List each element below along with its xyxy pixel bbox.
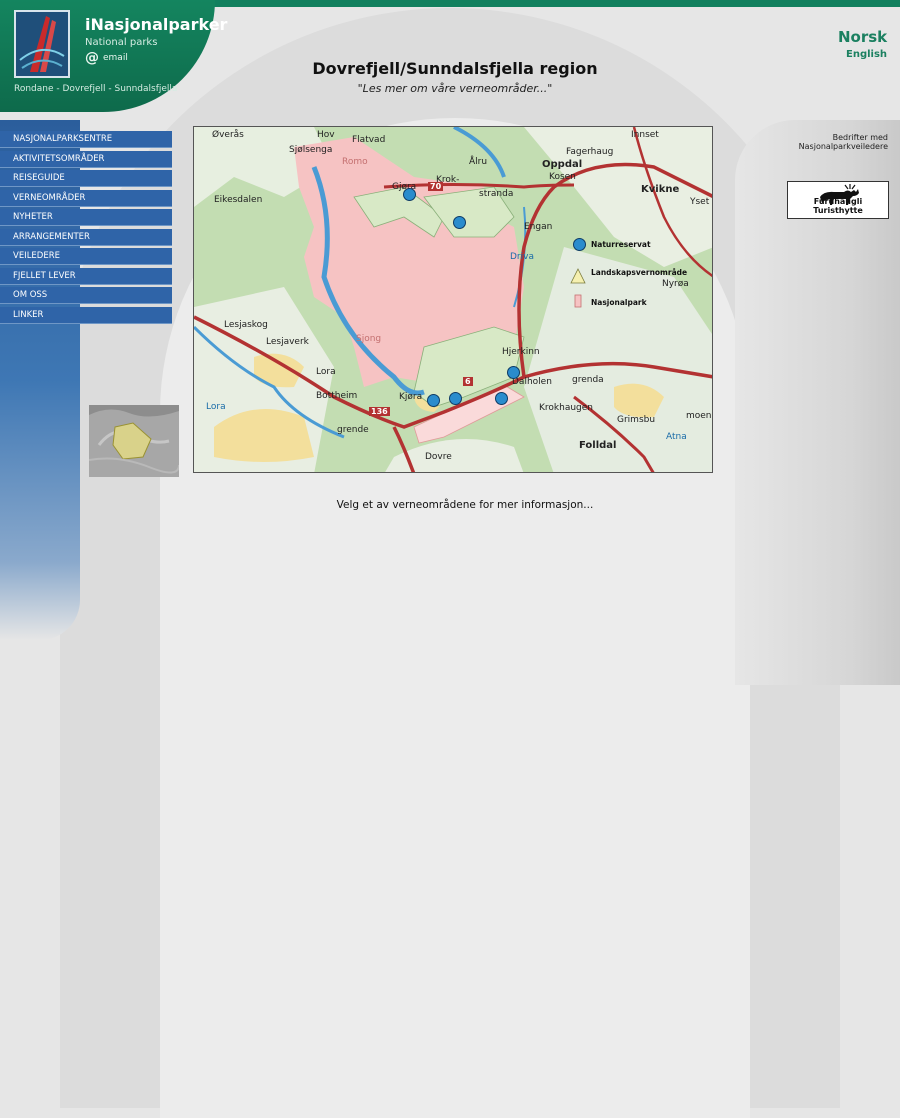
map-label-grimsbu: Grimsbu — [617, 415, 656, 425]
legend-naturreservat-marker — [573, 238, 586, 251]
sidebar-item-verneomrader[interactable]: VERNEOMRÅDER — [0, 189, 172, 207]
map-label-fagerhaug: Fagerhaug — [566, 147, 614, 157]
map-label-krokhaugen: Krokhaugen — [539, 403, 593, 413]
road-136-label: 136 — [369, 407, 390, 416]
protected-area-marker[interactable] — [507, 366, 520, 379]
map-label-lora: Lora — [316, 367, 336, 377]
protected-area-marker[interactable] — [453, 216, 466, 229]
site-subtitle: National parks — [85, 37, 158, 48]
map-label-grende: grende — [337, 425, 369, 435]
map-label-lesjaverk: Lesjaverk — [266, 337, 309, 347]
protected-area-marker[interactable] — [449, 392, 462, 405]
sidebar-nav: NASJONALPARKSENTRE AKTIVITETSOMRÅDER REI… — [0, 131, 172, 326]
partner-logo-name: Furuhaugli Turisthytte — [813, 197, 863, 215]
map-label-overas: Øverås — [212, 130, 244, 140]
map-label-oppdal: Oppdal — [542, 159, 583, 170]
overview-mini-map — [88, 405, 180, 477]
email-label: email — [103, 53, 128, 63]
road-70-label: 70 — [428, 182, 444, 191]
legend-landskapsvernomrade-label: Landskapsvernområde — [591, 268, 688, 277]
map-label-kvikne: Kvikne — [641, 184, 680, 195]
map-label-innset: Innset — [631, 130, 659, 140]
site-title: iNasjonalparker — [85, 15, 228, 34]
sidebar-item-fjellet-lever[interactable]: FJELLET LEVER — [0, 267, 172, 285]
sidebar-item-veiledere[interactable]: VEILEDERE — [0, 248, 172, 265]
protected-area-marker[interactable] — [403, 188, 416, 201]
partners-heading: Bedrifter med Nasjonalparkveiledere — [798, 133, 888, 151]
map-label-dalholen: Dalholen — [512, 377, 552, 387]
language-english-link[interactable]: English — [846, 49, 887, 60]
sidebar-item-nasjonalparksentre[interactable]: NASJONALPARKSENTRE — [0, 131, 172, 148]
sidebar-item-om-oss[interactable]: OM OSS — [0, 287, 172, 304]
region-map[interactable]: Øverås Hov Flatvad Innset Sjølsenga Romo… — [193, 126, 713, 473]
map-label-nyroa: Nyrøa — [662, 279, 689, 289]
map-label-sjong: Sjong — [356, 334, 382, 344]
page-subtitle-link[interactable]: "Les mer om våre verneområder..." — [310, 82, 600, 95]
map-label-flatvad: Flatvad — [352, 135, 386, 145]
sidebar-item-reiseguide[interactable]: REISEGUIDE — [0, 170, 172, 187]
map-label-kosen: Kosen — [549, 172, 576, 182]
breadcrumb[interactable]: Rondane - Dovrefjell - Sunndalsfjella — [14, 84, 177, 94]
protected-area-marker[interactable] — [495, 392, 508, 405]
map-label-bottheim: Bottheim — [316, 391, 358, 401]
sidebar-item-arrangementer[interactable]: ARRANGEMENTER — [0, 228, 172, 246]
map-label-grenda: grenda — [572, 375, 604, 385]
language-norsk-link[interactable]: Norsk — [838, 28, 887, 46]
map-label-ysset: Yset — [690, 197, 710, 207]
sidebar-item-linker[interactable]: LINKER — [0, 306, 172, 324]
map-label-moen: moen — [686, 411, 712, 421]
at-sign-icon: @ — [85, 50, 99, 66]
map-label-stranda: stranda — [479, 189, 514, 199]
map-label-kjora: Kjøra — [399, 392, 423, 402]
page-title: Dovrefjell/Sunndalsfjella region — [312, 59, 598, 78]
map-label-driva: Driva — [510, 252, 534, 262]
legend-naturreservat-label: Naturreservat — [591, 240, 651, 249]
map-label-folldal: Folldal — [579, 440, 617, 451]
map-label-romo: Romo — [342, 157, 368, 167]
map-label-eikesdalen: Eikesdalen — [214, 195, 263, 205]
map-label-engan: Engan — [524, 222, 553, 232]
map-label-hov: Hov — [317, 130, 335, 140]
partner-logo-furuhaugli[interactable]: Furuhaugli Turisthytte — [787, 181, 889, 219]
map-instruction: Velg et av verneområdene for mer informa… — [336, 499, 594, 511]
map-label-alru: Ålru — [469, 157, 488, 167]
map-label-hjerkinn: Hjerkinn — [502, 347, 540, 357]
email-link[interactable]: @ email — [85, 50, 128, 66]
sidebar-item-aktivitetsomrader[interactable]: AKTIVITETSOMRÅDER — [0, 150, 172, 168]
map-label-atna: Atna — [666, 432, 687, 442]
legend-nasjonalpark-label: Nasjonalpark — [591, 298, 647, 307]
site-logo[interactable] — [14, 10, 70, 78]
protected-area-marker[interactable] — [427, 394, 440, 407]
map-label-dovre: Dovre — [425, 452, 452, 462]
map-label-lesjaskog: Lesjaskog — [224, 320, 268, 330]
sidebar-item-nyheter[interactable]: NYHETER — [0, 209, 172, 226]
map-label-lora-west: Lora — [206, 402, 226, 412]
road-e6-label: 6 — [463, 377, 473, 386]
map-label-sjolsenga: Sjølsenga — [289, 145, 333, 155]
